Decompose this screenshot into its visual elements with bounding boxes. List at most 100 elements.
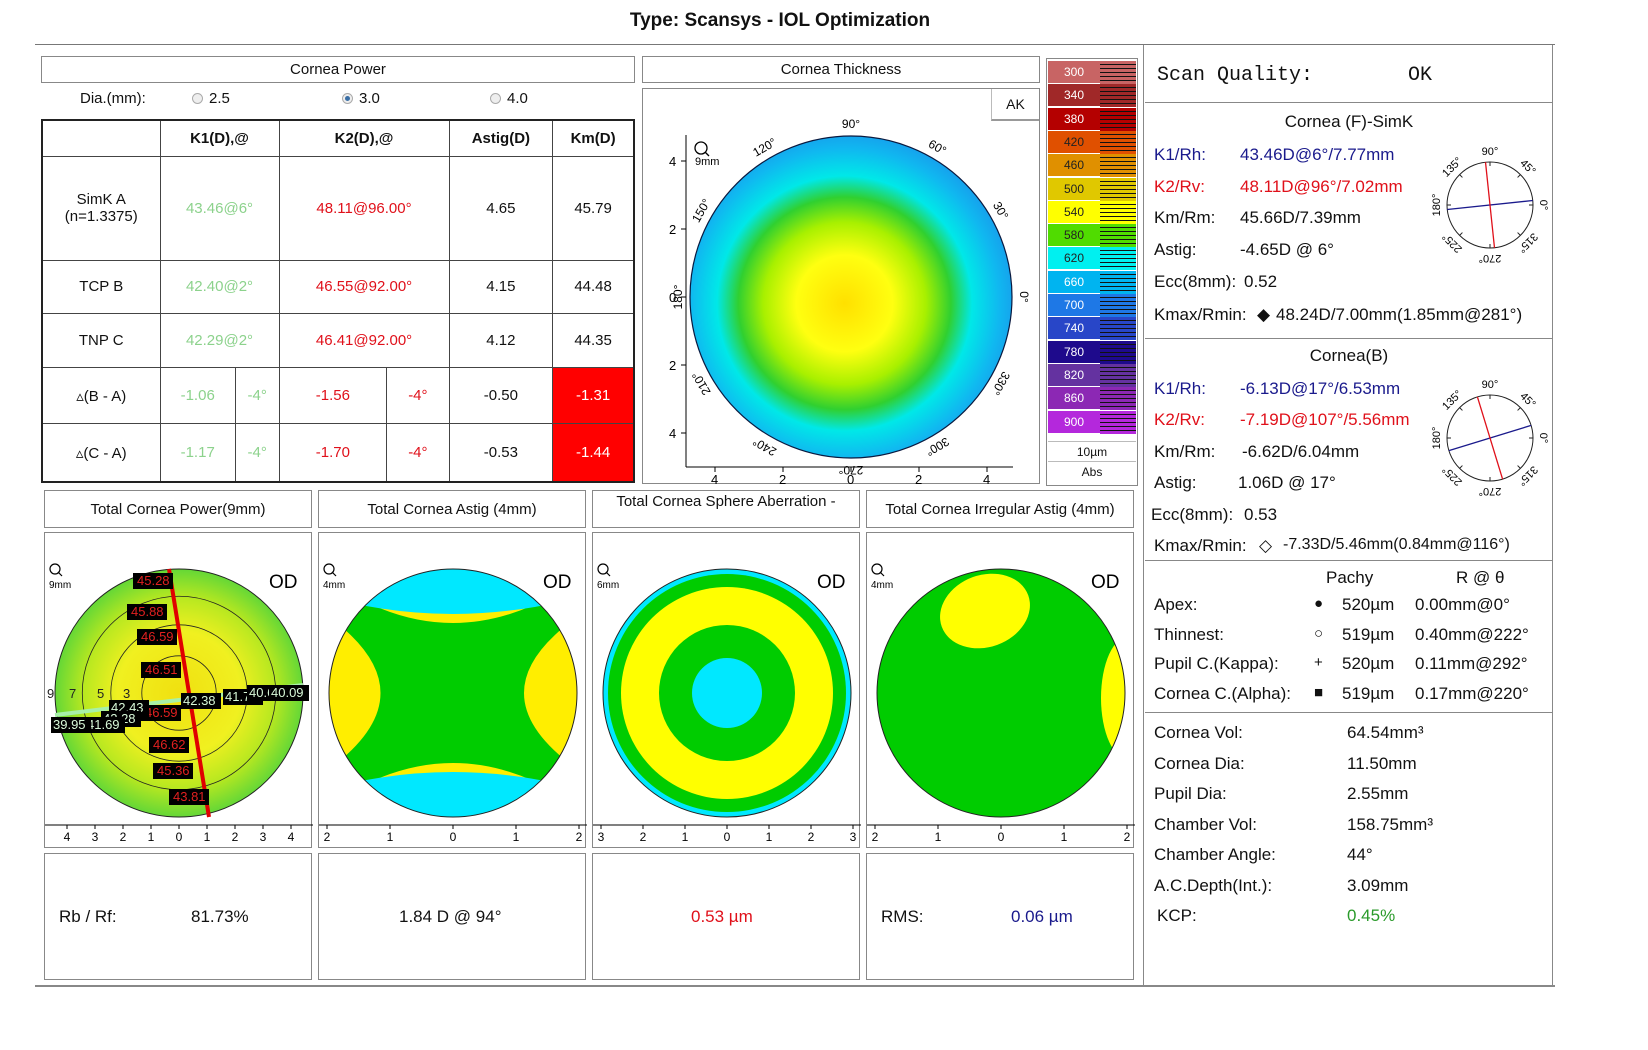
map-panel: 4mm OD 2 1 0 1 2 (318, 532, 587, 848)
x-tick-label: 0 (998, 830, 1005, 844)
scale-stripe (1100, 387, 1136, 411)
x-tick-label: 2 (779, 472, 786, 485)
x-tick-label: 0 (724, 830, 731, 844)
x-tick-label: 4 (64, 830, 71, 844)
cornea-f-axis-dial: 90°45°0°315°270°225°180°135° (1431, 146, 1549, 264)
cornea-f-km-label: Km/Rm: (1154, 208, 1216, 227)
cornea-b-k1-value: -6.13D@17°/6.53mm (1240, 379, 1401, 398)
x-tick-label: 2 (120, 830, 127, 844)
scale-swatch: 860 (1048, 387, 1100, 411)
cornea-f-ecc-label: Ecc(8mm): (1154, 272, 1237, 291)
magnifier-icon-handle (605, 571, 611, 577)
radio-icon[interactable] (192, 93, 203, 104)
cornea-b-k1-label: K1/Rh: (1154, 379, 1206, 398)
r-theta-value: 0.40mm@222° (1415, 624, 1529, 644)
scale-swatch: 340 (1048, 84, 1100, 108)
ring-label: 5 (97, 686, 104, 701)
scale-stripe (1100, 294, 1136, 317)
x-tick-label: 2 (915, 472, 922, 485)
x-tick-label: 1 (1061, 830, 1068, 844)
angle-label: 270° (838, 463, 863, 477)
metric-label: Chamber Angle: (1154, 845, 1276, 864)
astig-cell: 4.65 (448, 155, 554, 261)
metric-label: Cornea Vol: (1154, 723, 1243, 742)
dial-angle-label: 0° (1537, 200, 1549, 211)
angle-label: 30° (990, 199, 1011, 222)
r-theta-value: 0.11mm@292° (1415, 654, 1528, 673)
x-tick-label: 1 (204, 830, 211, 844)
map-value: 0.53 µm (691, 907, 753, 926)
map-value-label: Rb / Rf: (59, 907, 117, 926)
x-tick-label: 1 (387, 830, 394, 844)
scan-quality-value: OK (1408, 64, 1433, 87)
radio-checked-icon[interactable] (342, 93, 353, 104)
map-value: 0.06 µm (1011, 907, 1073, 926)
cornea-f-km-value: 45.66D/7.39mm (1240, 208, 1361, 227)
metric-value: 2.55mm (1347, 784, 1409, 803)
thickness-disc (689, 135, 1013, 459)
y-tick-label: 4 (669, 426, 676, 441)
k2-cell: 48.11@96.00° (278, 155, 450, 261)
x-tick-label: 1 (766, 830, 773, 844)
cornea-f-ecc-value: 0.52 (1244, 272, 1278, 291)
scale-swatch: 660 (1048, 270, 1100, 294)
astig-delta-cell: -0.53 (448, 423, 554, 483)
scale-stripe (1100, 200, 1136, 224)
scale-step-label[interactable]: 10µm (1048, 441, 1136, 462)
map-value-label: RMS: (881, 907, 924, 926)
map-header: Total Cornea Power(9mm) (44, 490, 312, 528)
cornea-power-table: K1(D),@ K2(D),@ Astig(D) Km(D) SimK A (n=… (41, 119, 635, 483)
pachy-value: 520µm (1342, 595, 1395, 614)
pachy-col-header: Pachy (1326, 568, 1374, 587)
y-tick-label: 2 (669, 358, 676, 373)
table-row: TNP C 42.29@2° 46.41@92.00° 4.12 44.35 (41, 313, 635, 368)
page-title: Type: Scansys - IOL Optimization (629, 10, 931, 31)
k2-axis-delta-cell: -4° (386, 423, 450, 483)
steep-value-label: 46.62 (153, 737, 186, 752)
scale-mode-label[interactable]: Abs (1048, 462, 1136, 483)
row-label: TNP C (41, 313, 161, 368)
y-tick-label: 2 (669, 222, 676, 237)
scale-stripe (1100, 84, 1136, 108)
scale-swatch: 740 (1048, 317, 1100, 341)
x-tick-label: 0 (450, 830, 457, 844)
metric-value: 64.54mm³ (1347, 723, 1424, 742)
km-delta-cell: -1.44 (552, 423, 635, 483)
r-theta-value: 0.17mm@220° (1415, 683, 1529, 703)
flat-value-label: 41.69 (87, 717, 120, 732)
radio-icon[interactable] (490, 93, 501, 104)
r-theta-value: 0.00mm@0° (1415, 595, 1510, 614)
magnifier-icon-handle (331, 571, 337, 577)
scale-swatch: 500 (1048, 177, 1100, 201)
zoom-label: 4mm (871, 580, 893, 591)
km-cell: 45.79 (552, 155, 635, 261)
table-row-delta: ▵(C - A) -1.17 -4° -1.70 -4° -0.53 -1.44 (41, 423, 635, 483)
divider (1145, 560, 1553, 561)
zoom-label: 9mm (695, 156, 719, 168)
x-tick-label: 2 (1124, 830, 1131, 844)
dial-angle-label: 180° (1431, 194, 1443, 217)
cornea-b-kmax-value: -7.33D/5.46mm(0.84mm@116°) (1283, 536, 1510, 553)
metric-value: 44° (1347, 845, 1373, 864)
metric-value: 3.09mm (1347, 875, 1409, 895)
table-row-delta: ▵(B - A) -1.06 -4° -1.56 -4° -0.50 -1.31 (41, 366, 635, 425)
pachy-marker-icon: + (1314, 654, 1323, 671)
zoom-label: 4mm (323, 580, 345, 591)
x-tick-label: 2 (324, 830, 331, 844)
dial-angle-label: 90° (1482, 379, 1499, 391)
scale-stripe (1100, 247, 1136, 271)
map-header: Total Cornea Astig (4mm) (318, 490, 586, 528)
dia-option-4-0[interactable]: 4.0 (490, 90, 528, 107)
km-delta-cell: -1.31 (552, 366, 635, 425)
cornea-b-header: Cornea(B) (1309, 346, 1389, 365)
k1-delta-cell: -1.06 (159, 366, 236, 425)
dia-option-2-5[interactable]: 2.5 (192, 90, 230, 107)
scale-stripe (1100, 177, 1136, 201)
y-tick-label: 4 (669, 154, 676, 169)
pachy-row-label: Thinnest: (1154, 624, 1224, 644)
row-label: ▵(B - A) (41, 366, 161, 425)
scale-swatch: 780 (1048, 340, 1100, 364)
dial-tick (1459, 232, 1463, 236)
dia-option-3-0[interactable]: 3.0 (342, 90, 380, 107)
angle-label: 90° (842, 117, 860, 131)
